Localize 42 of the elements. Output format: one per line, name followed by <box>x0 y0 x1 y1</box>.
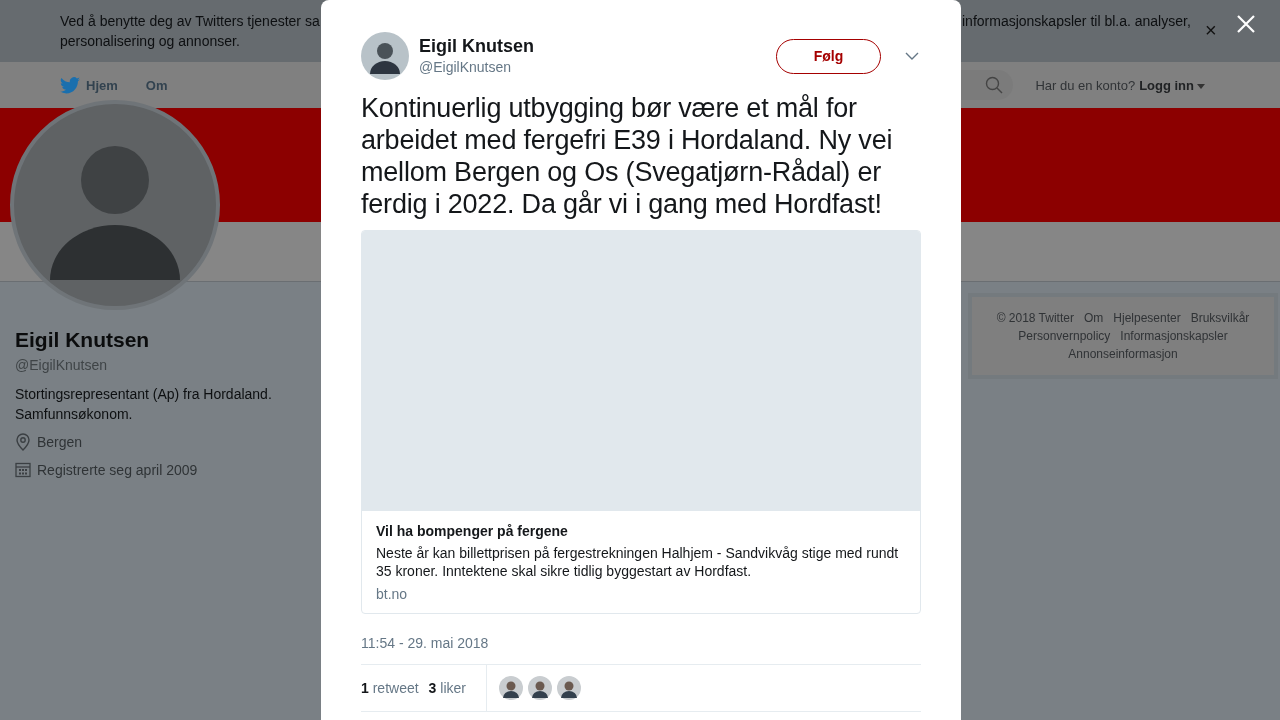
avatar-silhouette-icon[interactable] <box>556 676 581 700</box>
footer-link[interactable]: Bruksvilkår <box>1190 309 1250 327</box>
footer-link[interactable]: Annonseinformasjon <box>1068 345 1178 363</box>
close-icon[interactable] <box>1236 14 1256 34</box>
nav-link[interactable]: Om <box>145 77 168 93</box>
avatar-silhouette-icon[interactable] <box>498 676 523 700</box>
stat-link[interactable]: 1 retweet <box>361 680 419 696</box>
avatar-silhouette-icon <box>361 32 409 80</box>
stat-link[interactable]: 3 liker <box>428 680 466 696</box>
footer-link[interactable]: Hjelpesenter <box>1113 309 1181 327</box>
profile-handle: @EigilKnutsen <box>15 357 109 373</box>
link-card[interactable]: Vil ha bompenger på fergene Neste år kan billettprisen på fergestrekningen Halhjem - Sandvikvåg stige med rundt 35 kroner. Inntektene skal sikre tidlig byggestart av Hordfast. bt.no <box>361 230 921 614</box>
follow-button[interactable]: Følg <box>776 38 881 74</box>
footer-link[interactable]: Om <box>1083 309 1104 327</box>
login-prompt: Har du en konto? <box>1035 77 1136 93</box>
nav-link[interactable]: Hjem <box>60 76 118 94</box>
login-link[interactable]: Logg inn <box>1139 77 1194 93</box>
profile-location: Bergen <box>37 433 83 452</box>
card-title: Vil ha bompenger på fergene <box>376 522 569 540</box>
footer-link[interactable]: © 2018 Twitter <box>996 309 1074 327</box>
profile-name: Eigil Knutsen <box>15 328 151 352</box>
banner-text: informasjonskapsler til bl.a. analyser, <box>962 13 1191 29</box>
banner-text: Ved å benytte deg av Twitters tjenester sa <box>60 12 321 31</box>
location-pin-icon <box>15 433 31 451</box>
banner-text: personalisering og annonser. <box>60 32 241 51</box>
chevron-down-icon[interactable] <box>905 52 919 60</box>
footer-link[interactable]: Personvernpolicy <box>1018 327 1111 345</box>
author-handle: @EigilKnutsen <box>419 58 513 77</box>
card-description: Neste år kan billettprisen på fergestrekningen Halhjem - Sandvikvåg stige med rundt 35 kroner. Inntektene skal sikre tidlig byggestart av Hordfast. <box>376 544 900 580</box>
profile-bio: Stortingsrepresentant (Ap) fra Hordaland. Samfunnsøkonom. <box>15 385 273 424</box>
search-icon <box>985 76 1004 94</box>
profile-join-date: Registrerte seg april 2009 <box>37 461 198 480</box>
author-name: Eigil Knutsen <box>419 35 534 57</box>
avatar-silhouette-icon[interactable] <box>527 676 552 700</box>
card-domain: bt.no <box>376 585 409 603</box>
tweet-text: Kontinuerlig utbygging bør være et mål for arbeidet med fergefri E39 i Hordaland. Ny vei mellom Bergen og Os (Svegatjørn-Rådal) er ferdig i 2022. Da går vi i gang med Hordfast! <box>361 92 894 220</box>
tweet-timestamp: 11:54 - 29. mai 2018 <box>361 635 490 651</box>
bird-icon <box>60 76 80 94</box>
calendar-icon <box>15 462 31 478</box>
caret-icon <box>1197 83 1205 89</box>
footer-link[interactable]: Informasjonskapsler <box>1120 327 1228 345</box>
close-button[interactable]: × <box>1205 20 1217 40</box>
